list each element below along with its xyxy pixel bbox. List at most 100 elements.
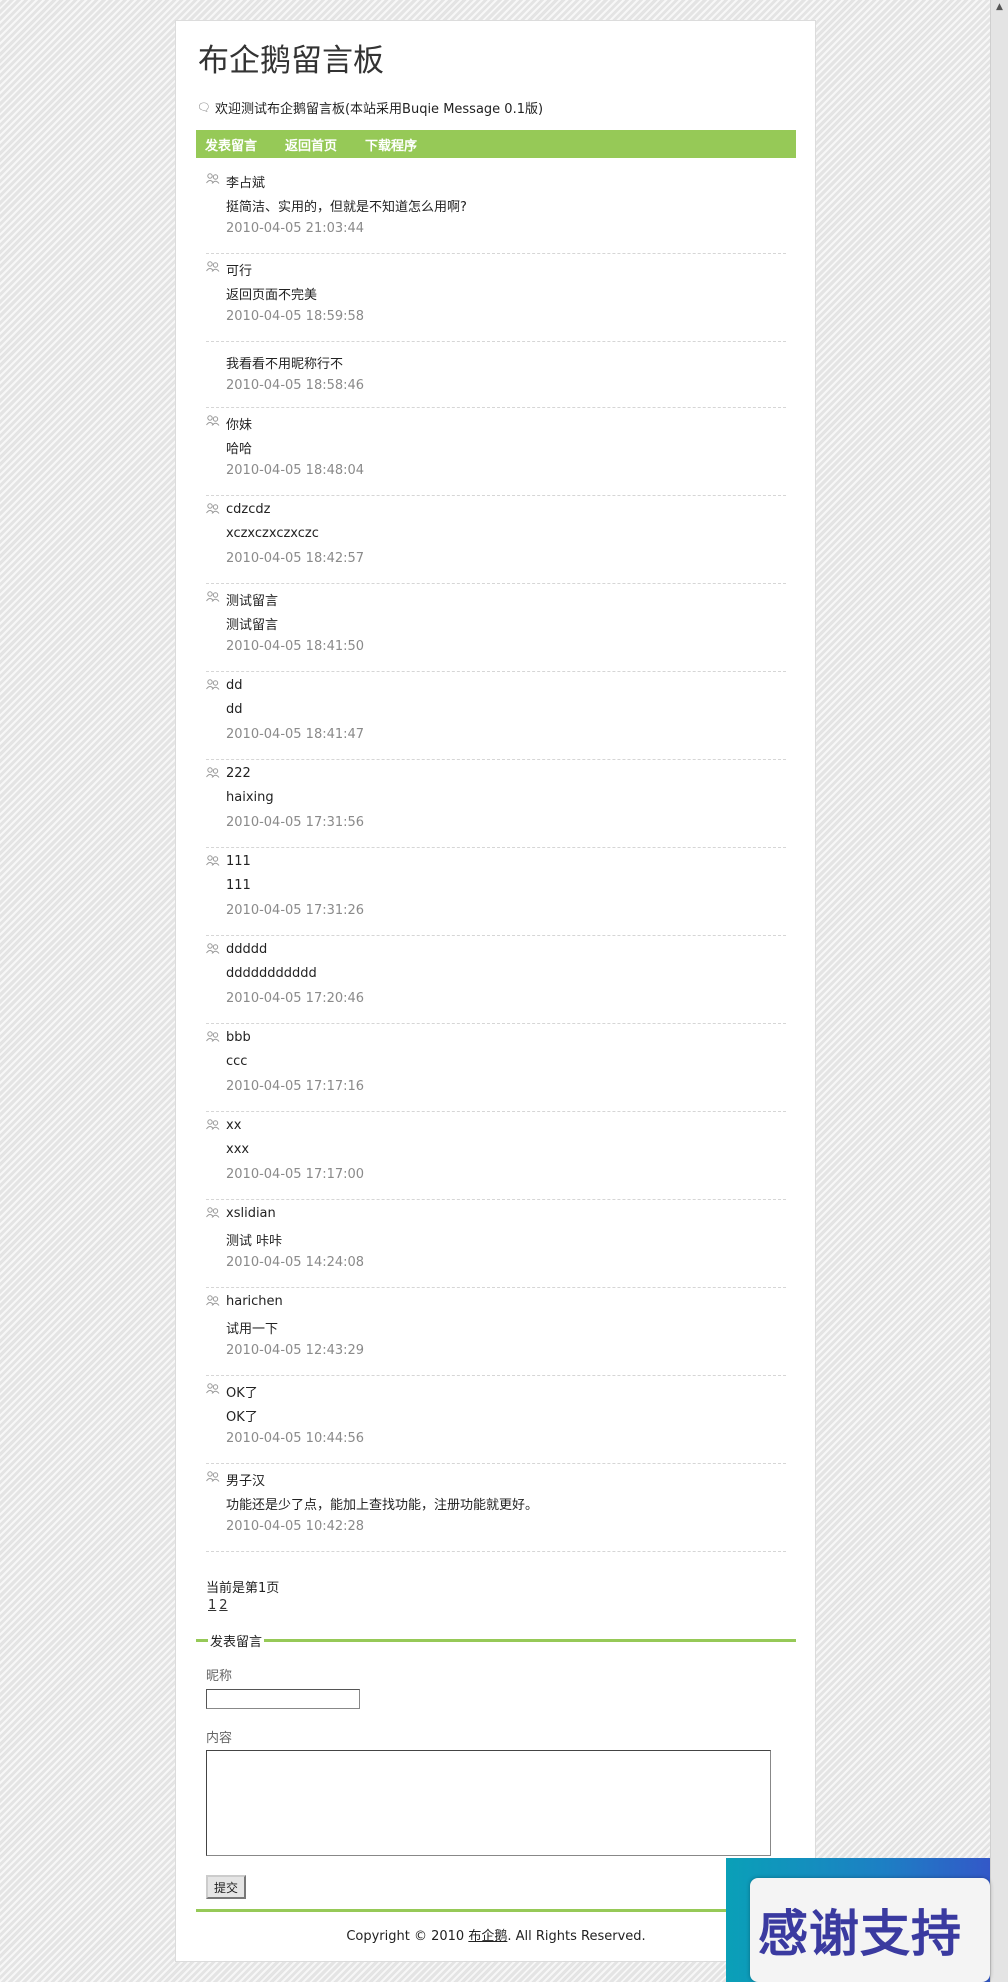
message-item: 李占斌 挺简洁、实用的，但就是不知道怎么用啊? 2010-04-05 21:03:4… bbox=[206, 166, 786, 254]
message-item: cdzcdz xczxczxczxczc 2010-04-05 18:42:57 bbox=[206, 496, 786, 584]
submit-button[interactable]: 提交 bbox=[206, 1875, 246, 1899]
message-timestamp: 2010-04-05 21:03:44 bbox=[226, 221, 365, 236]
message-timestamp: 2010-04-05 18:58:46 bbox=[226, 378, 365, 393]
nickname-label: 昵称 bbox=[206, 1669, 233, 1684]
page-links: 12 bbox=[206, 1598, 279, 1613]
message-timestamp: 2010-04-05 18:48:04 bbox=[226, 463, 365, 478]
users-icon bbox=[206, 591, 220, 602]
message-timestamp: 2010-04-05 18:41:47 bbox=[226, 727, 365, 742]
nav-bar: 发表留言 返回首页 下载程序 bbox=[196, 130, 796, 158]
message-content: 测试留言 bbox=[226, 618, 279, 633]
pagination: 当前是第1页 12 bbox=[206, 1577, 279, 1613]
message-author: 111 bbox=[226, 854, 251, 869]
thanks-banner[interactable]: 感谢支持 bbox=[726, 1858, 990, 1982]
message-item: 你妹哈哈 2010-04-05 18:48:04 bbox=[206, 408, 786, 496]
message-author: ddddd bbox=[226, 942, 268, 957]
thanks-banner-card: 感谢支持 bbox=[750, 1878, 990, 1982]
message-author: 222 bbox=[226, 766, 251, 781]
message-content: ccc bbox=[226, 1054, 248, 1069]
users-icon bbox=[206, 261, 220, 272]
message-timestamp: 2010-04-05 14:24:08 bbox=[226, 1255, 365, 1270]
message-item: 111 111 2010-04-05 17:31:26 bbox=[206, 848, 786, 936]
message-item: harichen 试用一下 2010-04-05 12:43:29 bbox=[206, 1288, 786, 1376]
message-author: xx bbox=[226, 1118, 242, 1133]
content-textarea[interactable] bbox=[206, 1750, 771, 1856]
message-content: 哈哈 bbox=[226, 442, 253, 457]
scroll-up-arrow-icon[interactable]: ▲ bbox=[991, 0, 1008, 14]
message-author: 你妹 bbox=[226, 418, 253, 433]
page-title: 布企鹅留言板 bbox=[198, 43, 384, 79]
thanks-banner-text: 感谢支持 bbox=[758, 1905, 962, 1963]
message-content: 测试 咔咔 bbox=[226, 1234, 283, 1249]
legend-label: 发表留言 bbox=[208, 1631, 265, 1650]
users-icon bbox=[206, 1471, 220, 1482]
message-item: 男子汉 功能还是少了点，能加上查找功能，注册功能就更好。 2010-04-05 10… bbox=[206, 1464, 786, 1552]
users-icon bbox=[206, 1207, 220, 1218]
copyright-link[interactable]: 布企鹅 bbox=[468, 1929, 507, 1944]
nav-post-message[interactable]: 发表留言 bbox=[205, 135, 257, 154]
message-content: OK了 bbox=[226, 1410, 258, 1425]
message-author: xslidian bbox=[226, 1206, 276, 1221]
message-timestamp: 2010-04-05 12:43:29 bbox=[226, 1343, 365, 1358]
message-item: xx xxx 2010-04-05 17:17:00 bbox=[206, 1112, 786, 1200]
message-item: xslidian 测试 咔咔 2010-04-05 14:24:08 bbox=[206, 1200, 786, 1288]
message-content: 我看看不用昵称行不 bbox=[226, 357, 344, 372]
message-author: 李占斌 bbox=[226, 176, 266, 191]
message-timestamp: 2010-04-05 17:31:26 bbox=[226, 903, 365, 918]
post-form-legend: 发表留言 bbox=[196, 1629, 796, 1650]
users-icon bbox=[206, 1031, 220, 1042]
page-link-2[interactable]: 2 bbox=[219, 1598, 227, 1613]
message-item: 测试留言 测试留言 2010-04-05 18:41:50 bbox=[206, 584, 786, 672]
message-content: xxx bbox=[226, 1142, 250, 1157]
content-label: 内容 bbox=[206, 1731, 233, 1746]
message-item: dd dd 2010-04-05 18:41:47 bbox=[206, 672, 786, 760]
message-timestamp: 2010-04-05 17:17:16 bbox=[226, 1079, 365, 1094]
message-author: OK了 bbox=[226, 1386, 258, 1401]
scrollbar[interactable]: ▲ bbox=[990, 0, 1008, 1982]
speech-bubble-icon: 🗨 bbox=[197, 101, 211, 114]
message-author: cdzcdz bbox=[226, 502, 271, 517]
message-timestamp: 2010-04-05 18:59:58 bbox=[226, 309, 365, 324]
message-timestamp: 2010-04-05 17:31:56 bbox=[226, 815, 365, 830]
message-timestamp: 2010-04-05 18:42:57 bbox=[226, 551, 365, 566]
current-page-text: 当前是第1页 bbox=[206, 1581, 280, 1596]
message-timestamp: 2010-04-05 10:44:56 bbox=[226, 1431, 365, 1446]
copyright: Copyright © 2010 布企鹅. All Rights Reserve… bbox=[196, 1925, 796, 1944]
users-icon bbox=[206, 943, 220, 954]
message-content: haixing bbox=[226, 790, 274, 805]
message-item: 我看看不用昵称行不 2010-04-05 18:58:46 bbox=[206, 342, 786, 408]
users-icon bbox=[206, 173, 220, 184]
welcome-text: 欢迎测试布企鹅留言板(本站采用Buqie Message 0.1版) bbox=[214, 102, 544, 117]
message-item: ddddd ddddddddddd 2010-04-05 17:20:46 bbox=[206, 936, 786, 1024]
users-icon bbox=[206, 1119, 220, 1130]
message-timestamp: 2010-04-05 18:41:50 bbox=[226, 639, 365, 654]
message-content: dd bbox=[226, 702, 243, 717]
users-icon bbox=[206, 503, 220, 514]
footer-divider bbox=[196, 1909, 796, 1912]
message-item: 222 haixing 2010-04-05 17:31:56 bbox=[206, 760, 786, 848]
message-list: 李占斌 挺简洁、实用的，但就是不知道怎么用啊? 2010-04-05 21:03:4… bbox=[206, 166, 786, 1552]
message-item: OK了 OK了 2010-04-05 10:44:56 bbox=[206, 1376, 786, 1464]
nav-download[interactable]: 下载程序 bbox=[365, 135, 417, 154]
users-icon bbox=[206, 1383, 220, 1394]
users-icon bbox=[206, 679, 220, 690]
message-content: ddddddddddd bbox=[226, 966, 317, 981]
message-author: 男子汉 bbox=[226, 1474, 266, 1489]
message-content: 返回页面不完美 bbox=[226, 288, 318, 303]
message-item: 可行返回页面不完美 2010-04-05 18:59:58 bbox=[206, 254, 786, 342]
message-author: bbb bbox=[226, 1030, 251, 1045]
nickname-input[interactable] bbox=[206, 1689, 360, 1709]
nav-home[interactable]: 返回首页 bbox=[285, 135, 337, 154]
message-author: 测试留言 bbox=[226, 594, 279, 609]
page-container: 布企鹅留言板 🗨 欢迎测试布企鹅留言板(本站采用Buqie Message 0.… bbox=[175, 20, 816, 1962]
page-link-1[interactable]: 1 bbox=[208, 1598, 216, 1613]
users-icon bbox=[206, 415, 220, 426]
message-item: bbb ccc 2010-04-05 17:17:16 bbox=[206, 1024, 786, 1112]
message-content: 功能还是少了点，能加上查找功能，注册功能就更好。 bbox=[226, 1498, 539, 1513]
message-author: 可行 bbox=[226, 264, 253, 279]
message-timestamp: 2010-04-05 17:17:00 bbox=[226, 1167, 365, 1182]
welcome-message: 🗨 欢迎测试布企鹅留言板(本站采用Buqie Message 0.1版) bbox=[197, 98, 543, 117]
message-timestamp: 2010-04-05 17:20:46 bbox=[226, 991, 365, 1006]
message-author: dd bbox=[226, 678, 243, 693]
message-content: 111 bbox=[226, 878, 251, 893]
